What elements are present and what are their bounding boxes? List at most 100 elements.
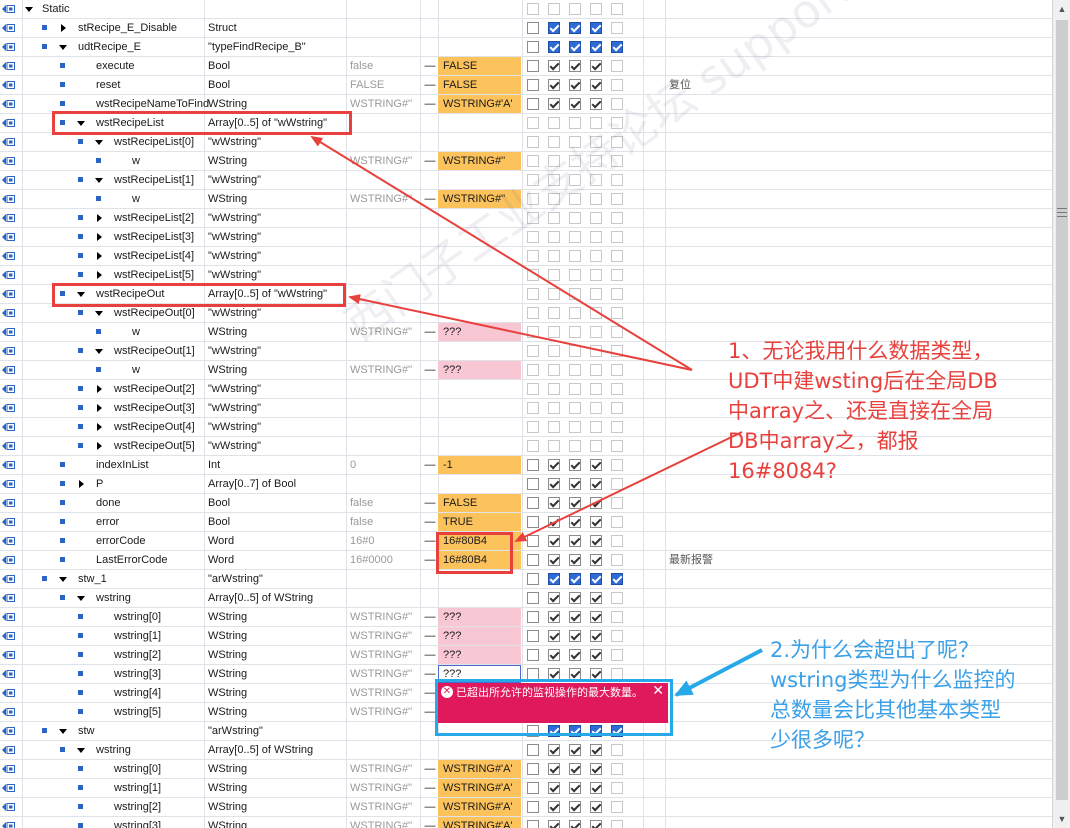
checkbox-icon[interactable] — [548, 79, 560, 91]
checkbox-icon[interactable] — [569, 782, 581, 794]
table-row[interactable]: wstring[3] WString WSTRING#'' — WSTRING#'A' — [0, 817, 1052, 828]
comment[interactable] — [669, 665, 759, 683]
comment[interactable] — [669, 779, 759, 797]
member-name[interactable]: udtRecipe_E — [78, 38, 228, 56]
checkbox-icon[interactable] — [590, 307, 602, 319]
checkbox-icon[interactable] — [527, 288, 539, 300]
data-type[interactable]: "wWstring" — [208, 171, 346, 189]
comment[interactable] — [669, 285, 759, 303]
checkbox-icon[interactable] — [590, 782, 602, 794]
monitor-value[interactable] — [438, 399, 521, 417]
checkbox-icon[interactable] — [590, 79, 602, 91]
checkbox-icon[interactable] — [527, 801, 539, 813]
checkbox-icon[interactable] — [527, 592, 539, 604]
checkbox-icon[interactable] — [569, 231, 581, 243]
checkbox-icon[interactable] — [548, 345, 560, 357]
data-type[interactable]: "wWstring" — [208, 342, 346, 360]
checkbox-icon[interactable] — [548, 117, 560, 129]
comment[interactable] — [669, 247, 759, 265]
checkbox-icon[interactable] — [527, 611, 539, 623]
checkbox-icon[interactable] — [548, 554, 560, 566]
table-row[interactable]: wstring[1] WString WSTRING#'' — WSTRING#'A' — [0, 779, 1052, 798]
data-type[interactable]: Bool — [208, 76, 346, 94]
checkbox-icon[interactable] — [569, 497, 581, 509]
checkbox-icon[interactable] — [569, 98, 581, 110]
checkbox-icon[interactable] — [590, 440, 602, 452]
comment[interactable] — [669, 589, 759, 607]
table-row[interactable]: error Bool false — TRUE — [0, 513, 1052, 532]
checkbox-icon[interactable] — [611, 250, 623, 262]
checkbox-icon[interactable] — [548, 801, 560, 813]
checkbox-icon[interactable] — [590, 516, 602, 528]
monitor-value[interactable]: FALSE — [438, 57, 521, 75]
checkbox-icon[interactable] — [527, 60, 539, 72]
monitor-value[interactable] — [438, 304, 521, 322]
monitor-value[interactable]: -1 — [438, 456, 521, 474]
checkbox-icon[interactable] — [590, 22, 602, 34]
expand-arrow-icon[interactable] — [97, 233, 102, 241]
checkbox-icon[interactable] — [611, 763, 623, 775]
checkbox-icon[interactable] — [548, 649, 560, 661]
checkbox-icon[interactable] — [611, 630, 623, 642]
scroll-down-icon[interactable]: ▼ — [1053, 810, 1070, 828]
checkbox-icon[interactable] — [569, 573, 581, 585]
checkbox-icon[interactable] — [611, 269, 623, 281]
checkbox-icon[interactable] — [569, 3, 581, 15]
comment[interactable] — [669, 304, 759, 322]
checkbox-icon[interactable] — [611, 440, 623, 452]
comment[interactable] — [669, 722, 759, 740]
comment[interactable] — [669, 152, 759, 170]
data-type[interactable]: WString — [208, 798, 346, 816]
checkbox-icon[interactable] — [548, 516, 560, 528]
checkbox-icon[interactable] — [548, 250, 560, 262]
table-row[interactable]: execute Bool false — FALSE — [0, 57, 1052, 76]
comment[interactable] — [669, 646, 759, 664]
data-type[interactable]: "arWstring" — [208, 722, 346, 740]
checkbox-icon[interactable] — [569, 79, 581, 91]
checkbox-icon[interactable] — [527, 98, 539, 110]
checkbox-icon[interactable] — [527, 763, 539, 775]
checkbox-icon[interactable] — [611, 3, 623, 15]
monitor-value[interactable]: WSTRING#'A' — [438, 760, 521, 778]
checkbox-icon[interactable] — [590, 212, 602, 224]
collapse-arrow-icon[interactable] — [95, 178, 103, 183]
checkbox-icon[interactable] — [611, 820, 623, 828]
checkbox-icon[interactable] — [611, 554, 623, 566]
checkbox-icon[interactable] — [569, 440, 581, 452]
checkbox-icon[interactable] — [548, 307, 560, 319]
table-row[interactable]: stRecipe_E_Disable Struct — [0, 19, 1052, 38]
checkbox-icon[interactable] — [548, 3, 560, 15]
checkbox-icon[interactable] — [611, 459, 623, 471]
monitor-value[interactable] — [438, 437, 521, 455]
data-type[interactable]: Int — [208, 456, 346, 474]
checkbox-icon[interactable] — [527, 402, 539, 414]
data-type[interactable]: Struct — [208, 19, 346, 37]
checkbox-icon[interactable] — [590, 421, 602, 433]
checkbox-icon[interactable] — [611, 497, 623, 509]
checkbox-icon[interactable] — [590, 573, 602, 585]
checkbox-icon[interactable] — [548, 383, 560, 395]
data-type[interactable]: Array[0..5] of WString — [208, 589, 346, 607]
monitor-value[interactable] — [438, 475, 521, 493]
checkbox-icon[interactable] — [569, 421, 581, 433]
checkbox-icon[interactable] — [590, 744, 602, 756]
checkbox-icon[interactable] — [548, 459, 560, 471]
comment[interactable] — [669, 608, 759, 626]
checkbox-icon[interactable] — [569, 326, 581, 338]
checkbox-icon[interactable] — [548, 98, 560, 110]
checkbox-icon[interactable] — [527, 478, 539, 490]
checkbox-icon[interactable] — [611, 288, 623, 300]
checkbox-icon[interactable] — [548, 820, 560, 828]
collapse-arrow-icon[interactable] — [95, 311, 103, 316]
checkbox-icon[interactable] — [527, 744, 539, 756]
table-row[interactable]: wstring[2] WString WSTRING#'' — WSTRING#'A' — [0, 798, 1052, 817]
checkbox-icon[interactable] — [569, 744, 581, 756]
collapse-arrow-icon[interactable] — [77, 748, 85, 753]
checkbox-icon[interactable] — [527, 440, 539, 452]
data-type[interactable]: Word — [208, 551, 346, 569]
checkbox-icon[interactable] — [590, 3, 602, 15]
data-type[interactable]: WString — [208, 152, 346, 170]
comment[interactable] — [669, 513, 759, 531]
comment[interactable] — [669, 494, 759, 512]
collapse-arrow-icon[interactable] — [59, 45, 67, 50]
